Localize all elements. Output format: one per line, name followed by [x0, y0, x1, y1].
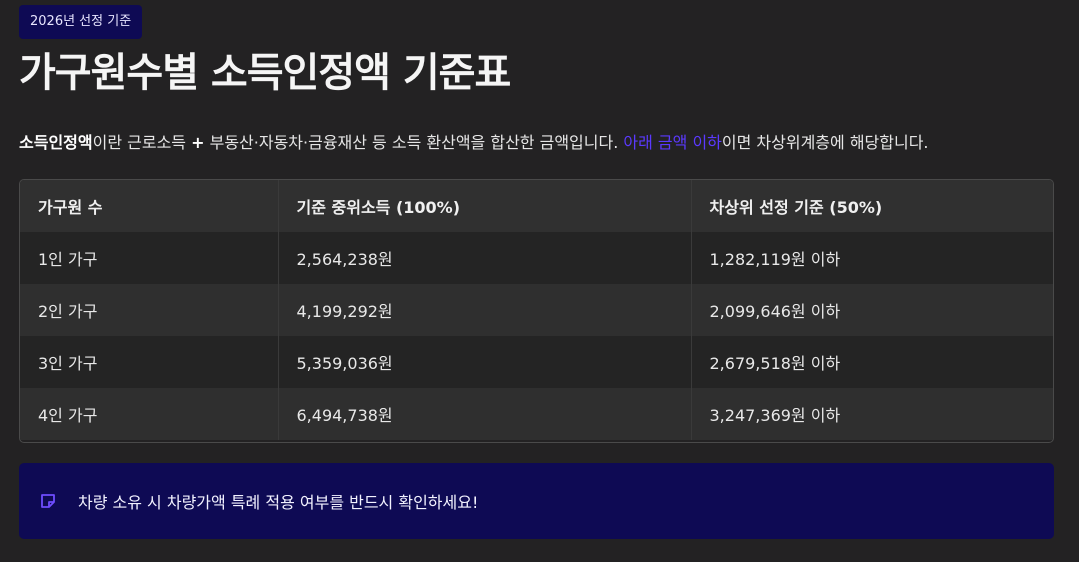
- cell-household-size: 4인 가구: [20, 388, 279, 440]
- table-row: 3인 가구 5,359,036원 2,679,518원 이하: [20, 336, 1053, 388]
- header-household-size: 가구원 수: [20, 180, 279, 232]
- vehicle-notice: 차량 소유 시 차량가액 특례 적용 여부를 반드시 확인하세요!: [19, 463, 1054, 539]
- cell-household-size: 1인 가구: [20, 232, 279, 284]
- table-row: 2인 가구 4,199,292원 2,099,646원 이하: [20, 284, 1053, 336]
- cell-median-income: 2,564,238원: [278, 232, 692, 284]
- year-badge: 2026년 선정 기준: [19, 5, 143, 39]
- notice-text: 차량 소유 시 차량가액 특례 적용 여부를 반드시 확인하세요!: [78, 493, 479, 512]
- table-row: 1인 가구 2,564,238원 1,282,119원 이하: [20, 232, 1053, 284]
- cell-threshold: 3,247,369원 이하: [709, 406, 841, 425]
- cell-household-size: 3인 가구: [20, 336, 279, 388]
- description-highlight: 아래 금액 이하: [623, 133, 722, 152]
- cell-household-size: 2인 가구: [20, 284, 279, 336]
- cell-median-income: 6,494,738원: [278, 388, 692, 440]
- cell-threshold: 2,099,646원 이하: [709, 302, 841, 321]
- cell-threshold: 1,282,119원 이하: [709, 250, 841, 269]
- cell-median-income: 5,359,036원: [278, 336, 692, 388]
- description-part3: 이면 차상위계층에 해당합니다.: [721, 133, 929, 152]
- page-title: 가구원수별 소득인정액 기준표: [19, 50, 511, 96]
- description-part1: 이란 근로소득: [92, 133, 192, 152]
- cell-median-income: 4,199,292원: [278, 284, 692, 336]
- table-header-row: 가구원 수 기준 중위소득 (100%) 차상위 선정 기준 (50%): [20, 180, 1053, 232]
- page: 2026년 선정 기준 가구원수별 소득인정액 기준표 소득인정액이란 근로소득…: [0, 0, 1079, 562]
- description-part2: 부동산·자동차·금융재산 등 소득 환산액을 합산한 금액입니다.: [204, 133, 624, 152]
- header-threshold: 차상위 선정 기준 (50%): [709, 198, 883, 217]
- cell-threshold: 2,679,518원 이하: [709, 354, 841, 373]
- note-icon: [39, 492, 57, 510]
- description-plus: +: [191, 133, 205, 152]
- description: 소득인정액이란 근로소득 + 부동산·자동차·금융재산 등 소득 환산액을 합산…: [19, 132, 929, 154]
- table-row: 4인 가구 6,494,738원 3,247,369원 이하: [20, 388, 1053, 440]
- description-term: 소득인정액: [19, 133, 93, 152]
- header-median-income: 기준 중위소득 (100%): [278, 180, 692, 232]
- income-table: 가구원 수 기준 중위소득 (100%) 차상위 선정 기준 (50%) 1인 …: [19, 179, 1054, 443]
